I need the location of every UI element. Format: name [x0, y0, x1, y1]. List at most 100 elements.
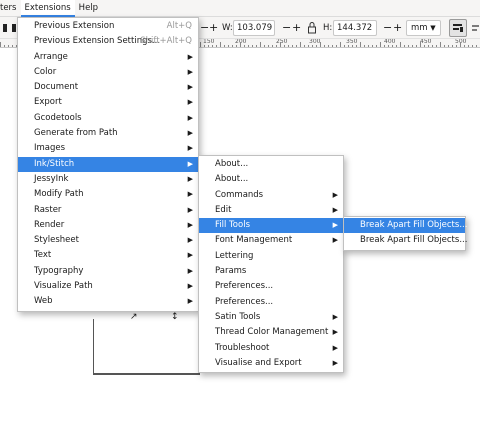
ruler-tick — [332, 45, 333, 47]
menu-item-generate-from-path[interactable]: Generate from Path ▶ — [18, 126, 198, 141]
menu-item-document[interactable]: Document ▶ — [18, 80, 198, 95]
height-decrease-button-1[interactable]: − — [282, 17, 291, 39]
selection-handle-icon[interactable]: ↗ — [130, 312, 138, 322]
ruler-tick — [228, 45, 229, 47]
menu-item-break-apart-fill-objects[interactable]: Break Apart Fill Objects... — [344, 218, 467, 234]
menu-extensions[interactable]: Extensions — [20, 0, 75, 17]
ruler-tick — [304, 45, 305, 47]
ruler-label: 450 — [420, 39, 432, 45]
menu-item-previous-extension-settings[interactable]: Previous Extension Settings... Shift+Alt… — [18, 34, 198, 49]
height-field[interactable]: 144.372 — [333, 20, 377, 36]
menu-item-modify-path[interactable]: Modify Path ▶ — [18, 187, 198, 202]
menu-item-export[interactable]: Export ▶ — [18, 95, 198, 110]
ruler-tick — [252, 45, 253, 47]
width-label: W: — [222, 23, 233, 33]
menu-item-label: Visualise and Export — [215, 357, 302, 368]
menu-item-commands[interactable]: Commands ▶ — [199, 188, 343, 203]
height-increase-button-1[interactable]: + — [292, 17, 301, 39]
menu-item-accelerator: Alt+Q — [166, 21, 192, 31]
menu-item-label: Troubleshoot — [215, 342, 270, 353]
menu-item-jessyink[interactable]: JessyInk ▶ — [18, 172, 198, 187]
ruler-tick — [440, 42, 441, 47]
menu-item-text[interactable]: Text ▶ — [18, 248, 198, 263]
lock-icon[interactable] — [307, 17, 317, 39]
menu-item-label: Gcodetools — [34, 112, 82, 123]
menu-item-label: Ink/Stitch — [34, 158, 75, 169]
menu-item-visualise-and-export[interactable]: Visualise and Export ▶ — [199, 356, 343, 371]
ruler-tick — [204, 45, 205, 47]
menu-item-label: Generate from Path — [34, 128, 118, 139]
width-decrease-button[interactable]: − — [200, 17, 209, 39]
align-icon[interactable] — [1, 17, 9, 39]
menu-item-render[interactable]: Render ▶ — [18, 218, 198, 233]
ruler-tick — [312, 45, 313, 47]
selection-handle-icon[interactable]: ↕ — [171, 312, 179, 322]
width-field[interactable]: 103.079 — [233, 20, 275, 36]
height-decrease-button[interactable]: − — [383, 17, 392, 39]
unit-select[interactable]: mm ▼ — [406, 20, 441, 36]
ruler-tick — [380, 42, 381, 47]
menu-item-satin-tools[interactable]: Satin Tools ▶ — [199, 310, 343, 325]
menu-item-images[interactable]: Images ▶ — [18, 141, 198, 156]
ruler-tick — [232, 45, 233, 47]
ruler-tick — [260, 42, 261, 47]
transform-icon[interactable] — [471, 17, 480, 39]
snap-toggle-button[interactable] — [449, 19, 467, 37]
menu-item-preferences-2[interactable]: Preferences... — [199, 295, 343, 310]
menu-item-label: Export — [34, 97, 62, 108]
ruler-tick — [360, 42, 361, 47]
menu-item-lettering[interactable]: Lettering — [199, 249, 343, 264]
menu-item-label: Arrange — [34, 51, 68, 62]
ruler-tick — [324, 45, 325, 47]
menu-item-color[interactable]: Color ▶ — [18, 65, 198, 80]
menu-item-thread-color-management[interactable]: Thread Color Management ▶ — [199, 325, 343, 340]
menu-item-inkstitch[interactable]: Ink/Stitch ▶ — [18, 156, 198, 172]
ruler-tick — [356, 45, 357, 47]
ruler-label: 300 — [309, 39, 321, 45]
ruler-tick — [456, 45, 457, 47]
menu-item-visualize-path[interactable]: Visualize Path ▶ — [18, 279, 198, 294]
menu-item-preferences[interactable]: Preferences... — [199, 279, 343, 294]
chevron-right-icon: ▶ — [187, 251, 193, 260]
menu-item-typography[interactable]: Typography ▶ — [18, 264, 198, 279]
ruler-tick — [320, 42, 321, 47]
menu-item-about[interactable]: About... — [199, 157, 343, 172]
ruler-tick — [264, 45, 265, 47]
menu-item-fill-tools[interactable]: Fill Tools ▶ — [199, 218, 343, 234]
menu-item-previous-extension[interactable]: Previous Extension Alt+Q — [18, 19, 198, 34]
height-increase-button[interactable]: + — [393, 17, 402, 39]
chevron-right-icon: ▶ — [332, 205, 338, 214]
page-border-left — [93, 319, 94, 375]
menu-item-edit[interactable]: Edit ▶ — [199, 203, 343, 218]
menu-item-raster[interactable]: Raster ▶ — [18, 203, 198, 218]
menubar: ters Extensions Help — [0, 0, 480, 17]
menu-item-web[interactable]: Web ▶ — [18, 294, 198, 309]
menu-item-label: Fill Tools — [215, 220, 250, 231]
menu-item-label: Color — [34, 66, 57, 77]
ruler-tick — [256, 45, 257, 47]
menu-item-font-management[interactable]: Font Management ▶ — [199, 233, 343, 248]
menu-item-about-2[interactable]: About... — [199, 172, 343, 187]
ruler-label: 400 — [384, 39, 396, 45]
menu-item-troubleshoot[interactable]: Troubleshoot ▶ — [199, 341, 343, 356]
chevron-right-icon: ▶ — [187, 205, 193, 214]
menu-item-break-apart-fill-objects-2[interactable]: Break Apart Fill Objects... — [344, 233, 467, 248]
menu-item-params[interactable]: Params — [199, 264, 343, 279]
menu-item-label: Typography — [34, 265, 84, 276]
chevron-right-icon: ▶ — [332, 236, 338, 245]
menu-item-label: Modify Path — [34, 189, 84, 200]
menu-help[interactable]: Help — [75, 0, 102, 17]
ruler-tick — [424, 45, 425, 47]
menu-item-arrange[interactable]: Arrange ▶ — [18, 50, 198, 65]
width-increase-button[interactable]: + — [209, 17, 218, 39]
menu-filters[interactable]: ters — [0, 0, 21, 17]
ruler-tick — [472, 45, 473, 47]
ruler-tick — [224, 45, 225, 47]
menu-item-stylesheet[interactable]: Stylesheet ▶ — [18, 233, 198, 248]
menu-item-accelerator: Shift+Alt+Q — [140, 36, 192, 47]
menu-item-label: Text — [34, 250, 52, 261]
inkstitch-submenu: About... About... Commands ▶ Edit ▶ Fill T… — [198, 155, 344, 374]
chevron-down-icon: ▼ — [430, 24, 436, 32]
menu-item-gcodetools[interactable]: Gcodetools ▶ — [18, 111, 198, 126]
ruler-tick — [416, 45, 417, 47]
